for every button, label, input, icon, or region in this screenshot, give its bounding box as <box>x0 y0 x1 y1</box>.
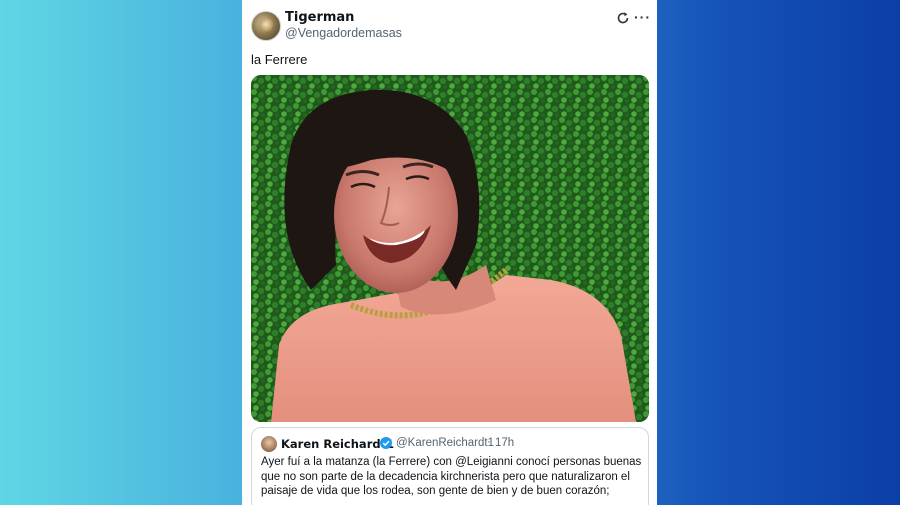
verified-badge-icon <box>380 437 392 449</box>
quoted-tweet-text: Ayer fuí a la matanza (la Ferrere) con @… <box>261 456 642 497</box>
dot-separator: · <box>487 436 491 448</box>
refresh-icon[interactable] <box>616 11 630 25</box>
quoted-author-name[interactable]: Karen Reichardt1 <box>281 437 394 451</box>
quoted-timestamp[interactable]: 17h <box>495 437 514 449</box>
quoted-author-avatar[interactable] <box>261 436 277 452</box>
tweet-card: Tigerman @Vengadordemasas ··· la Ferrere <box>242 0 657 505</box>
author-avatar[interactable] <box>251 11 281 41</box>
author-handle[interactable]: @Vengadordemasas <box>285 26 402 40</box>
quoted-author-handle[interactable]: @KarenReichardt1 <box>396 437 494 449</box>
avatar-image <box>259 18 273 32</box>
author-name[interactable]: Tigerman <box>285 10 354 25</box>
photo-illustration <box>251 75 649 422</box>
tweet-media-image[interactable] <box>251 75 649 422</box>
quoted-tweet[interactable]: Karen Reichardt1 @KarenReichardt1 · 17h … <box>251 427 649 505</box>
more-icon[interactable]: ··· <box>634 9 651 25</box>
tweet-text: la Ferrere <box>251 52 308 67</box>
